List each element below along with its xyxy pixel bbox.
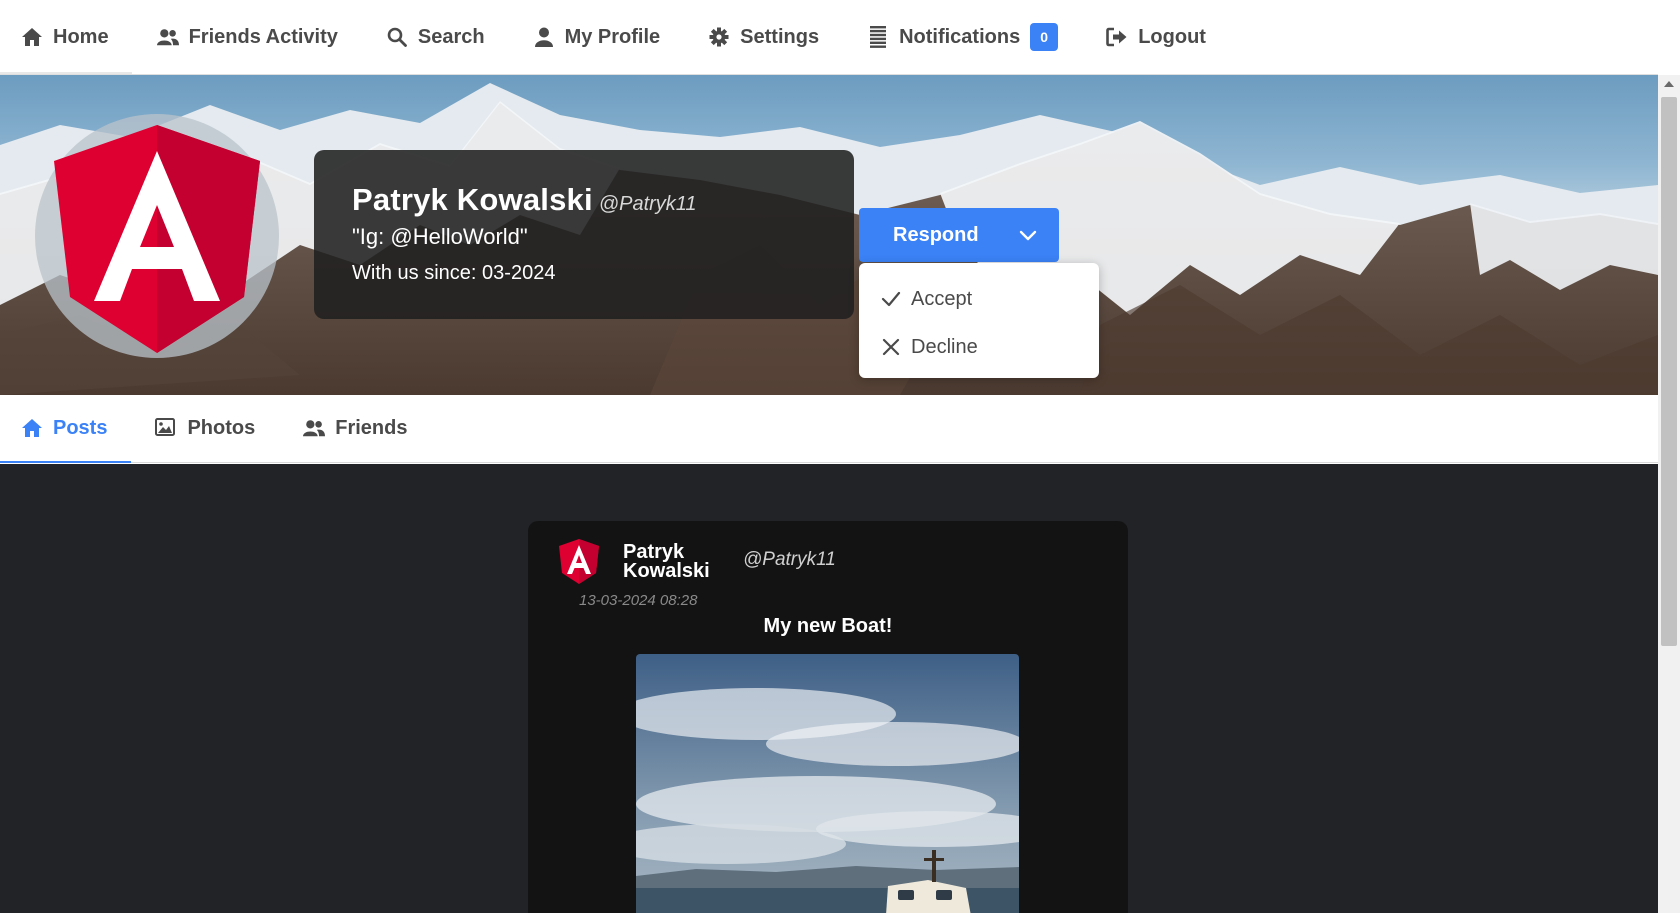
gear-icon (708, 26, 730, 48)
post-title: My new Boat! (763, 615, 893, 637)
respond-button-label: Respond (893, 223, 979, 246)
scrollbar-thumb[interactable] (1661, 97, 1677, 646)
menu-item-accept[interactable]: Accept (859, 275, 1099, 323)
respond-dropdown-menu: Accept Decline (859, 263, 1099, 378)
posts-feed: Patryk Kowalski @Patryk11 13-03-2024 08:… (0, 464, 1658, 913)
post-image[interactable] (636, 654, 1019, 913)
profile-avatar[interactable] (34, 113, 280, 359)
nav-notifications[interactable]: Notifications 0 (867, 0, 1059, 74)
nav-my-profile[interactable]: My Profile (533, 0, 661, 74)
profile-bio: "Ig: @HelloWorld" (352, 224, 528, 249)
profile-banner: Patryk Kowalski @Patryk11 "Ig: @HelloWorl… (0, 75, 1658, 395)
notifications-count-badge: 0 (1030, 23, 1059, 51)
x-icon (881, 337, 901, 357)
user-icon (533, 26, 555, 48)
tab-posts[interactable]: Posts (0, 395, 133, 463)
nav-search-label: Search (417, 25, 485, 48)
page-scrollbar[interactable] (1658, 75, 1680, 913)
post-author-last-name: Kowalski (623, 560, 710, 582)
profile-info-card: Patryk Kowalski @Patryk11 "Ig: @HelloWorl… (314, 150, 854, 319)
nav-my-profile-label: My Profile (564, 25, 661, 48)
users-icon (156, 26, 179, 48)
home-icon (21, 418, 43, 440)
users-icon (303, 418, 326, 440)
nav-settings-label: Settings (740, 25, 820, 48)
profile-member-since: With us since: 03-2024 (352, 262, 556, 284)
tab-posts-label: Posts (53, 417, 108, 439)
post-timestamp: 13-03-2024 08:28 (579, 592, 698, 609)
list-icon (867, 26, 889, 48)
menu-item-accept-label: Accept (911, 287, 973, 310)
top-navigation: Home Friends Activity Search My Profile … (0, 0, 1658, 75)
tab-photos[interactable]: Photos (155, 395, 255, 462)
nav-notifications-label: Notifications (899, 25, 1021, 48)
nav-friends-activity[interactable]: Friends Activity (156, 0, 338, 74)
tab-friends[interactable]: Friends (303, 395, 408, 462)
post-author-avatar[interactable] (555, 537, 603, 585)
home-icon (21, 26, 43, 48)
check-icon (881, 289, 901, 309)
menu-item-decline[interactable]: Decline (859, 323, 1099, 371)
tab-friends-label: Friends (335, 417, 408, 439)
chevron-down-icon[interactable] (1019, 226, 1037, 244)
menu-item-decline-label: Decline (911, 335, 978, 358)
logout-icon (1106, 26, 1128, 48)
profile-handle: @Patryk11 (598, 193, 697, 215)
nav-search[interactable]: Search (386, 0, 485, 74)
search-icon (386, 26, 408, 48)
nav-logout[interactable]: Logout (1106, 0, 1206, 74)
image-icon (155, 417, 177, 440)
profile-tabs: Posts Photos Friends (0, 395, 1658, 463)
nav-settings[interactable]: Settings (708, 0, 819, 74)
scroll-up-arrow-icon[interactable] (1664, 81, 1674, 87)
respond-button[interactable]: Respond (859, 208, 1059, 262)
nav-home-label: Home (53, 25, 109, 48)
profile-name: Patryk Kowalski (352, 182, 593, 217)
post-author-name[interactable]: Patryk Kowalski (623, 542, 723, 582)
post-card: Patryk Kowalski @Patryk11 13-03-2024 08:… (528, 521, 1128, 913)
post-author-handle: @Patryk11 (743, 549, 836, 570)
nav-home[interactable]: Home (0, 0, 132, 74)
tab-photos-label: Photos (187, 417, 256, 439)
nav-friends-activity-label: Friends Activity (188, 25, 338, 48)
nav-logout-label: Logout (1138, 25, 1206, 48)
